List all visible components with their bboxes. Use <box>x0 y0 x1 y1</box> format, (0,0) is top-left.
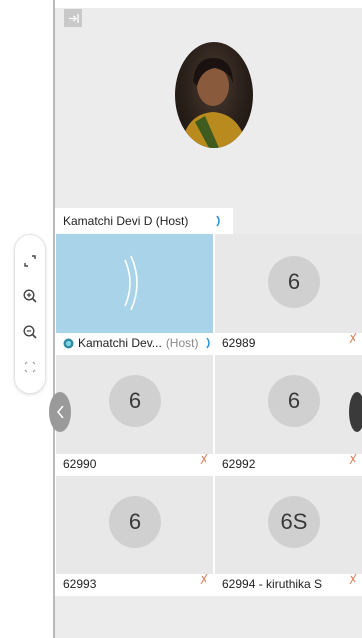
audio-wave-icon <box>215 214 223 231</box>
mic-muted-icon <box>348 452 358 471</box>
participant-label: 62989 <box>215 333 362 353</box>
participant-avatar: 6 <box>109 375 161 427</box>
mic-muted-icon <box>348 572 358 591</box>
participant-name: Kamatchi Dev... <box>78 336 162 350</box>
participant-name: 62992 <box>222 457 256 471</box>
participant-tile[interactable]: 6 62992 <box>215 355 362 474</box>
fullscreen-icon[interactable] <box>19 250 41 272</box>
video-stage: Kamatchi Devi D (Host) Kamatchi Dev... (… <box>49 0 362 638</box>
participant-tile[interactable]: 6 62989 <box>215 234 362 353</box>
participant-grid: Kamatchi Dev... (Host) 6 62989 6 62990 6 <box>49 234 362 596</box>
participant-name: 62994 - kiruthika S <box>222 577 323 591</box>
participant-avatar: 6 <box>268 375 320 427</box>
next-page-button[interactable] <box>349 392 362 432</box>
speaker-status-icon <box>63 338 74 348</box>
participant-label: 62993 <box>56 574 213 594</box>
participant-avatar: 6 <box>109 496 161 548</box>
host-name-bar: Kamatchi Devi D (Host) <box>55 208 233 234</box>
audio-wave-icon <box>206 337 211 349</box>
host-video-area: Kamatchi Devi D (Host) <box>55 8 362 234</box>
participant-name: 62993 <box>63 577 97 591</box>
host-avatar <box>175 42 253 148</box>
zoom-in-icon[interactable] <box>19 285 41 307</box>
left-toolbar-panel <box>0 0 53 638</box>
participant-label: Kamatchi Dev... (Host) <box>56 333 213 353</box>
participant-label: 62990 <box>56 454 213 474</box>
empty-grid-area <box>55 596 362 638</box>
participant-label: 62994 - kiruthika S <box>215 574 362 594</box>
mic-muted-icon <box>348 331 358 350</box>
previous-page-button[interactable] <box>49 392 71 432</box>
top-bar <box>55 0 362 8</box>
participant-tile[interactable]: 6 62990 <box>56 355 213 474</box>
participant-name: 62989 <box>222 336 256 350</box>
mic-muted-icon <box>199 452 209 471</box>
host-name-label: Kamatchi Devi D (Host) <box>63 214 189 228</box>
participant-tile[interactable]: Kamatchi Dev... (Host) <box>56 234 213 353</box>
fit-screen-icon[interactable] <box>19 356 41 378</box>
collapse-panel-icon[interactable] <box>64 9 82 27</box>
zoom-out-icon[interactable] <box>19 321 41 343</box>
participant-avatar: 6 <box>268 256 320 308</box>
participant-tile[interactable]: 6 62993 <box>56 476 213 594</box>
participant-label: 62992 <box>215 454 362 474</box>
participant-name: 62990 <box>63 457 97 471</box>
audio-wave-icon <box>124 255 138 311</box>
mic-muted-icon <box>199 572 209 591</box>
participant-avatar: 6S <box>268 496 320 548</box>
participant-role: (Host) <box>165 336 199 350</box>
zoom-controls <box>14 234 46 394</box>
participant-tile[interactable]: 6S 62994 - kiruthika S <box>215 476 362 594</box>
